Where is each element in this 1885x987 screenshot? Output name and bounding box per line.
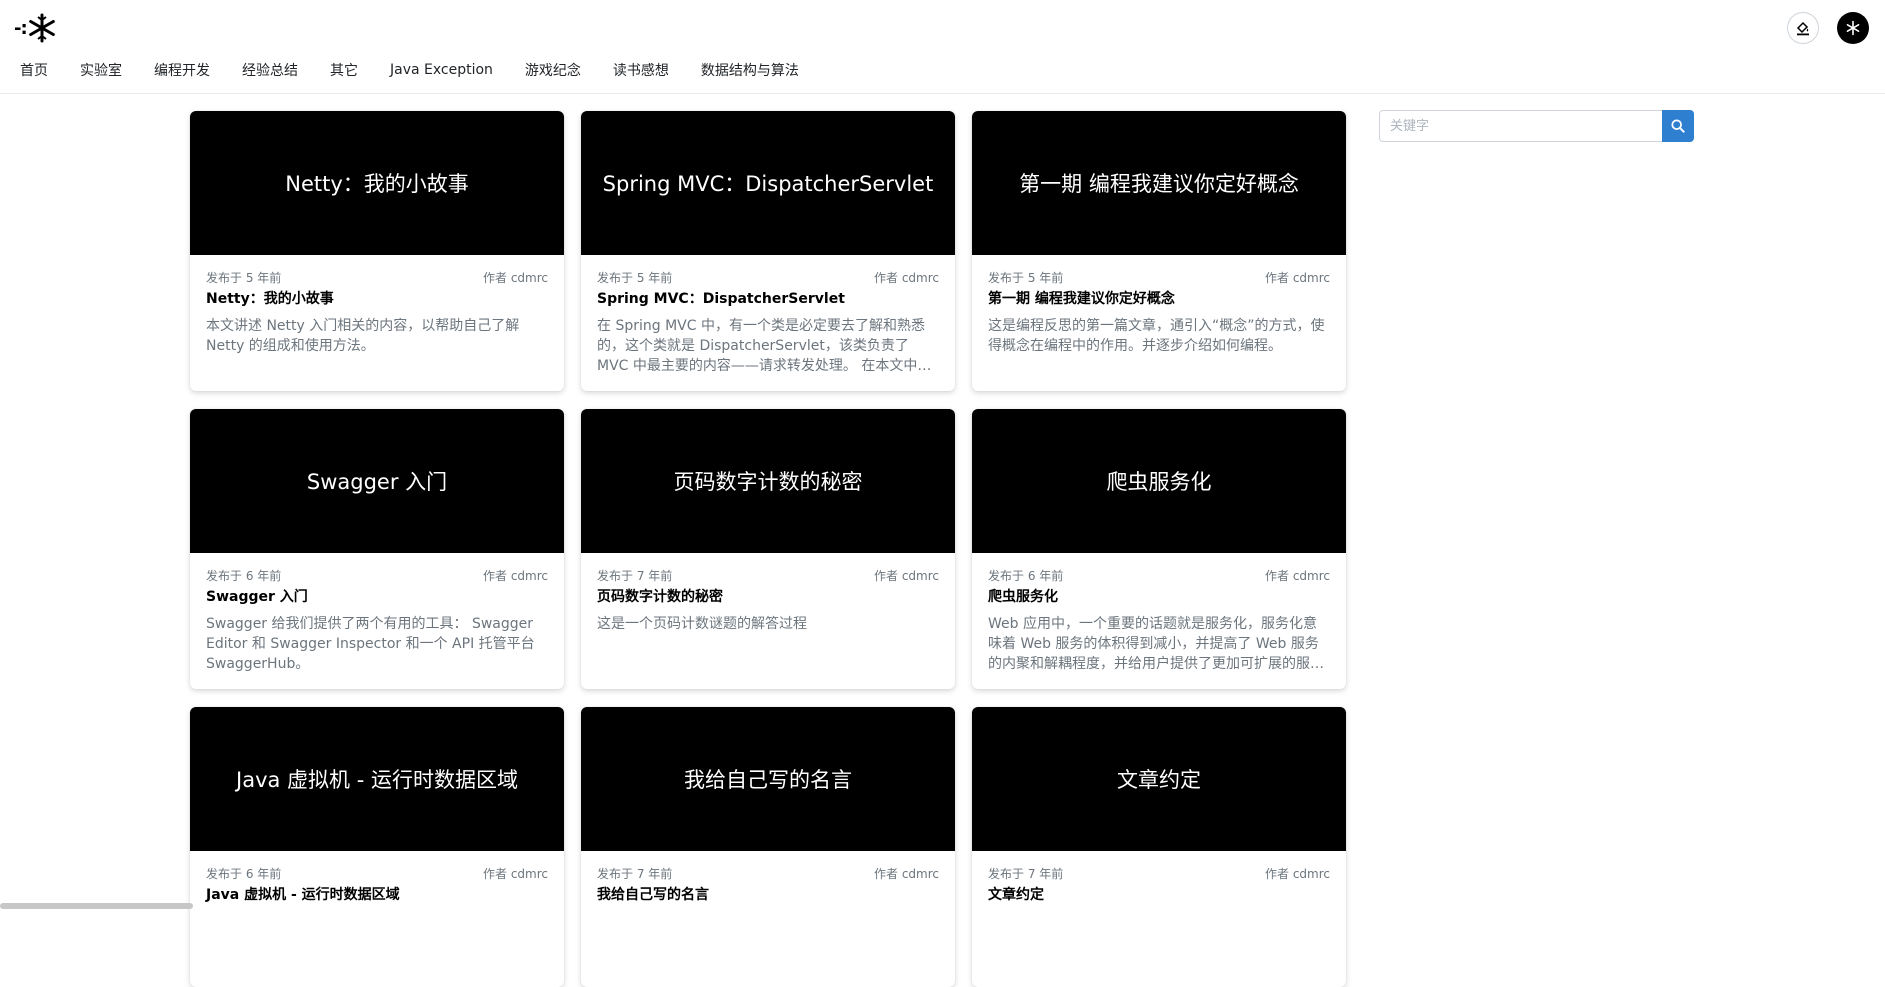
nav-item-lab[interactable]: 实验室 [80,60,122,80]
post-summary: 本文讲述 Netty 入门相关的内容，以帮助自己了解 Netty 的组成和使用方… [206,316,548,356]
post-published: 发布于 7 年前 [597,866,672,882]
post-banner[interactable]: 文章约定 [972,707,1346,851]
nav-item-reading[interactable]: 读书感想 [613,60,669,80]
top-bar: -: [0,0,1885,94]
post-summary: Swagger 给我们提供了两个有用的工具： Swagger Editor 和 … [206,614,548,674]
magnifier-icon [1671,119,1685,133]
post-summary: 这是一个页码计数谜题的解答过程 [597,614,939,634]
post-banner[interactable]: Spring MVC：DispatcherServlet [581,111,955,255]
post-published: 发布于 5 年前 [597,270,672,286]
nav-item-experience[interactable]: 经验总结 [242,60,298,80]
site-logo[interactable]: -: [14,10,70,46]
theme-toggle-button[interactable] [1787,12,1819,44]
post-card[interactable]: 页码数字计数的秘密 发布于 7 年前 作者 cdmrc 页码数字计数的秘密 这是一… [581,409,955,689]
post-author: 作者 cdmrc [874,866,939,882]
nav-item-games[interactable]: 游戏纪念 [525,60,581,80]
nav-item-algorithms[interactable]: 数据结构与算法 [701,60,799,80]
search-button[interactable] [1662,110,1694,142]
post-banner[interactable]: 爬虫服务化 [972,409,1346,553]
post-card[interactable]: 爬虫服务化 发布于 6 年前 作者 cdmrc 爬虫服务化 Web 应用中，一个重… [972,409,1346,689]
snowflake-logo-icon [27,13,57,43]
search-input[interactable] [1379,110,1662,142]
post-author: 作者 cdmrc [874,270,939,286]
post-grid: Netty：我的小故事 发布于 5 年前作者 cdmrc Netty：我的小故事… [190,111,1346,987]
post-card[interactable]: Spring MVC：DispatcherServlet 发布于 5 年前 作者 … [581,111,955,391]
post-title[interactable]: Java 虚拟机 - 运行时数据区域 [206,886,548,905]
nav-item-programming[interactable]: 编程开发 [154,60,210,80]
post-published: 发布于 7 年前 [597,568,672,584]
post-published: 发布于 6 年前 [988,568,1063,584]
main-nav: 首页 实验室 编程开发 经验总结 其它 Java Exception 游戏纪念 … [20,60,799,80]
horizontal-scrollbar[interactable] [0,903,193,909]
post-title[interactable]: 爬虫服务化 [988,588,1330,607]
post-published: 发布于 5 年前 [206,270,281,286]
post-author: 作者 cdmrc [483,568,548,584]
nav-item-java-exception[interactable]: Java Exception [390,62,493,78]
post-author: 作者 cdmrc [483,866,548,882]
post-title[interactable]: Swagger 入门 [206,588,548,607]
post-author: 作者 cdmrc [874,568,939,584]
post-banner[interactable]: 第一期 编程我建议你定好概念 [972,111,1346,255]
post-banner[interactable]: 页码数字计数的秘密 [581,409,955,553]
post-summary: 在 Spring MVC 中，有一个类是必定要去了解和熟悉的，这个类就是 Dis… [597,316,939,376]
post-author: 作者 cdmrc [483,270,548,286]
post-author: 作者 cdmrc [1265,270,1330,286]
search-box [1379,110,1694,142]
post-title[interactable]: Netty：我的小故事 [206,290,548,309]
post-title[interactable]: 页码数字计数的秘密 [597,588,939,607]
post-banner[interactable]: 我给自己写的名言 [581,707,955,851]
user-avatar[interactable] [1837,12,1869,44]
post-card[interactable]: 我给自己写的名言 发布于 7 年前 作者 cdmrc 我给自己写的名言 [581,707,955,987]
post-card[interactable]: 文章约定 发布于 7 年前 作者 cdmrc 文章约定 [972,707,1346,987]
post-card[interactable]: Java 虚拟机 - 运行时数据区域 发布于 6 年前 作者 cdmrc Java… [190,707,564,987]
post-banner[interactable]: Java 虚拟机 - 运行时数据区域 [190,707,564,851]
post-published: 发布于 6 年前 [206,568,281,584]
post-card[interactable]: Netty：我的小故事 发布于 5 年前 作者 cdmrc Netty：我的小故事… [190,111,564,391]
post-title[interactable]: Spring MVC：DispatcherServlet [597,290,939,309]
post-published: 发布于 6 年前 [206,866,281,882]
post-title[interactable]: 我给自己写的名言 [597,886,939,905]
post-author: 作者 cdmrc [1265,866,1330,882]
post-banner[interactable]: Swagger 入门 [190,409,564,553]
post-summary: Web 应用中，一个重要的话题就是服务化，服务化意味着 Web 服务的体积得到减… [988,614,1330,674]
nav-item-home[interactable]: 首页 [20,60,48,80]
post-banner[interactable]: Netty：我的小故事 [190,111,564,255]
paint-bucket-icon [1795,20,1811,36]
logo-dash-mark: -: [14,18,27,39]
post-title[interactable]: 第一期 编程我建议你定好概念 [988,290,1330,309]
post-author: 作者 cdmrc [1265,568,1330,584]
post-published: 发布于 5 年前 [988,270,1063,286]
post-card[interactable]: 第一期 编程我建议你定好概念 发布于 5 年前 作者 cdmrc 第一期 编程我建… [972,111,1346,391]
nav-item-other[interactable]: 其它 [330,60,358,80]
snowflake-avatar-icon [1845,20,1861,36]
post-title[interactable]: 文章约定 [988,886,1330,905]
post-published: 发布于 7 年前 [988,866,1063,882]
post-summary: 这是编程反思的第一篇文章，通引入“概念”的方式，使得概念在编程中的作用。并逐步介… [988,316,1330,356]
post-card[interactable]: Swagger 入门 发布于 6 年前 作者 cdmrc Swagger 入门 S… [190,409,564,689]
